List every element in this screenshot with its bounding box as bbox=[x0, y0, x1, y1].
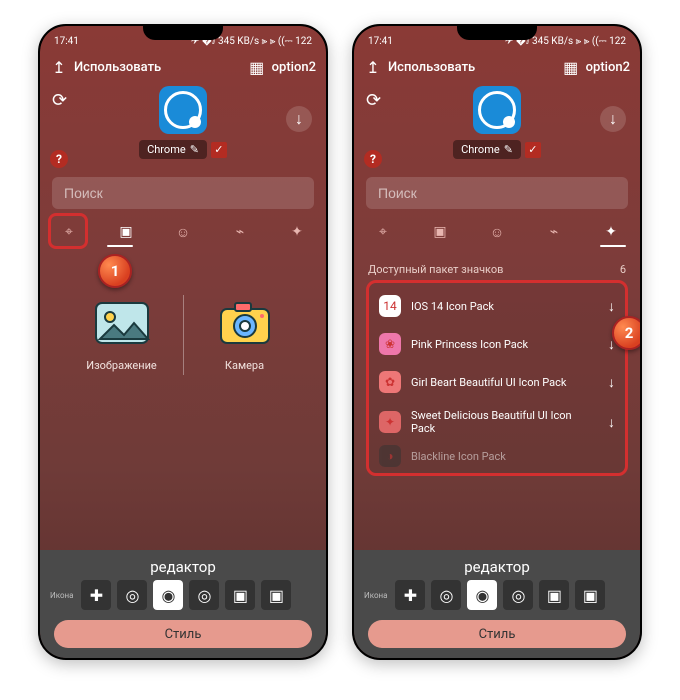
app-name-chip[interactable]: Chrome ✎ bbox=[453, 140, 521, 159]
highlight-1 bbox=[48, 213, 88, 249]
help-icon[interactable]: ? bbox=[50, 150, 68, 168]
tab-brush-icon[interactable]: ⌖ bbox=[372, 221, 394, 243]
pack-row[interactable]: ✿ Girl Beart Beautiful UI Icon Pack ↓ bbox=[373, 363, 621, 401]
app-icon-preview[interactable] bbox=[473, 86, 521, 134]
opt-chrome-mono[interactable]: ◎ bbox=[503, 580, 533, 610]
opt-camera-2[interactable]: ▣ bbox=[575, 580, 605, 610]
download-icon[interactable]: ↓ bbox=[608, 414, 615, 431]
app-top-bar: ↥ Использовать ▦ option2 bbox=[354, 52, 640, 82]
icon-options: Икона ✚ ◎ ◉ ◎ ▣ ▣ bbox=[354, 580, 640, 610]
packs-header: Доступный пакет значков6 bbox=[368, 263, 626, 276]
pack-row[interactable]: 14 IOS 14 Icon Pack ↓ bbox=[373, 287, 621, 325]
search-input[interactable] bbox=[376, 184, 618, 202]
remote-icon[interactable]: ▦ bbox=[562, 58, 580, 76]
opt-camera-1[interactable]: ▣ bbox=[225, 580, 255, 610]
source-picker: Изображение Камера bbox=[52, 295, 314, 375]
opt-add[interactable]: ✚ bbox=[81, 580, 111, 610]
download-icon[interactable]: ↓ bbox=[608, 374, 615, 391]
editor-title: редактор bbox=[40, 558, 326, 576]
editor-panel: редактор Икона ✚ ◎ ◉ ◎ ▣ ▣ Стиль bbox=[354, 550, 640, 658]
tab-emoji-icon[interactable]: ☺ bbox=[486, 221, 508, 243]
confirm-icon[interactable]: ✓ bbox=[211, 142, 227, 158]
help-icon[interactable]: ? bbox=[364, 150, 382, 168]
option-label[interactable]: option2 bbox=[272, 60, 316, 75]
tabs-row: ⌖ ▣ ☺ ⌁ ✦ bbox=[354, 215, 640, 245]
pack-list: 14 IOS 14 Icon Pack ↓ ❀ Pink Princess Icon P… bbox=[366, 280, 628, 476]
tab-text-icon[interactable]: ⌁ bbox=[543, 221, 565, 243]
tab-sticker-icon[interactable]: ✦ bbox=[286, 221, 308, 243]
phone-right: 17:41✈ �ⅈ 345 KB/s ⫸ ⫸ ((⎓ 122 ↥ Использ… bbox=[352, 24, 642, 660]
confirm-icon[interactable]: ✓ bbox=[525, 142, 541, 158]
tabs-row: ⌖ ▣ ☺ ⌁ ✦ bbox=[40, 215, 326, 245]
tab-sticker-icon[interactable]: ✦ bbox=[600, 221, 622, 243]
opt-chrome-color[interactable]: ◉ bbox=[153, 580, 183, 610]
tab-emoji-icon[interactable]: ☺ bbox=[172, 221, 194, 243]
search-field[interactable] bbox=[366, 177, 628, 209]
style-button[interactable]: Стиль bbox=[368, 620, 626, 648]
pack-name: IOS 14 Icon Pack bbox=[411, 300, 494, 313]
use-label[interactable]: Использовать bbox=[74, 60, 161, 75]
search-input[interactable] bbox=[62, 184, 304, 202]
pick-camera[interactable]: Камера bbox=[190, 295, 300, 375]
phone-left: 17:41✈ �ⅈ 345 KB/s ⫸ ⫸ ((⎓ 122 ↥ Использ… bbox=[38, 24, 328, 660]
export-icon[interactable]: ↥ bbox=[364, 58, 382, 76]
opt-camera-2[interactable]: ▣ bbox=[261, 580, 291, 610]
refresh-icon[interactable]: ⟳ bbox=[52, 90, 67, 111]
remote-icon[interactable]: ▦ bbox=[248, 58, 266, 76]
refresh-icon[interactable]: ⟳ bbox=[366, 90, 381, 111]
opt-chrome-color[interactable]: ◉ bbox=[467, 580, 497, 610]
app-top-bar: ↥ Использовать ▦ option2 bbox=[40, 52, 326, 82]
pack-name: Sweet Delicious Beautiful UI Icon Pack bbox=[411, 409, 598, 435]
editor-title: редактор bbox=[354, 558, 640, 576]
pack-icon: 14 bbox=[379, 295, 401, 317]
pack-icon: ✿ bbox=[379, 371, 401, 393]
pack-row[interactable]: ✦ Sweet Delicious Beautiful UI Icon Pack ↓ bbox=[373, 401, 621, 443]
export-icon[interactable]: ↥ bbox=[50, 58, 68, 76]
app-name-chip[interactable]: Chrome ✎ bbox=[139, 140, 207, 159]
pack-icon: ❀ bbox=[379, 333, 401, 355]
pick-image[interactable]: Изображение bbox=[67, 295, 177, 375]
opt-chrome-outline[interactable]: ◎ bbox=[431, 580, 461, 610]
tab-text-icon[interactable]: ⌁ bbox=[229, 221, 251, 243]
tab-gallery-icon[interactable]: ▣ bbox=[115, 221, 137, 243]
opt-chrome-mono[interactable]: ◎ bbox=[189, 580, 219, 610]
editor-panel: редактор Икона ✚ ◎ ◉ ◎ ▣ ▣ Стиль bbox=[40, 550, 326, 658]
download-icon[interactable]: ↓ bbox=[600, 106, 626, 132]
badge-2: 2 bbox=[612, 316, 640, 350]
download-icon[interactable]: ↓ bbox=[286, 106, 312, 132]
opt-add[interactable]: ✚ bbox=[395, 580, 425, 610]
tab-gallery-icon[interactable]: ▣ bbox=[429, 221, 451, 243]
pack-name: Pink Princess Icon Pack bbox=[411, 338, 528, 351]
opt-camera-1[interactable]: ▣ bbox=[539, 580, 569, 610]
badge-1: 1 bbox=[98, 254, 132, 288]
icon-options: Икона ✚ ◎ ◉ ◎ ▣ ▣ bbox=[40, 580, 326, 610]
pack-row[interactable]: ❀Pink Princess Icon Pack↓ bbox=[373, 325, 621, 363]
search-field[interactable] bbox=[52, 177, 314, 209]
opt-chrome-outline[interactable]: ◎ bbox=[117, 580, 147, 610]
pack-name: Girl Beart Beautiful UI Icon Pack bbox=[411, 376, 566, 389]
download-icon[interactable]: ↓ bbox=[608, 298, 615, 315]
app-icon-preview[interactable] bbox=[159, 86, 207, 134]
style-button[interactable]: Стиль bbox=[54, 620, 312, 648]
pack-icon: ✦ bbox=[379, 411, 401, 433]
